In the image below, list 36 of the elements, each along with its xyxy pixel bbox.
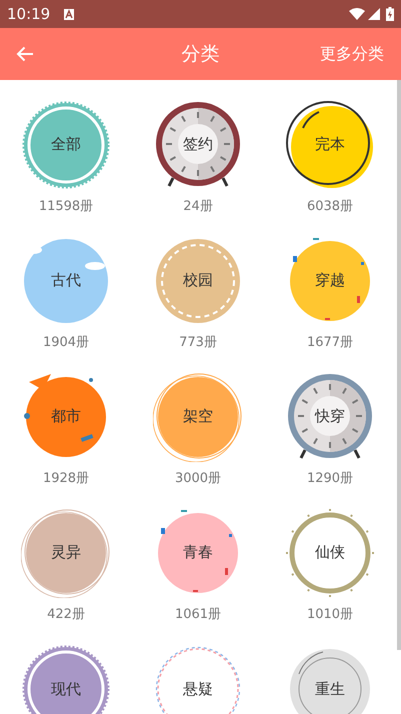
- book-count: 1904册: [42, 334, 90, 352]
- category-name: 架空: [183, 407, 213, 426]
- category-name: 校园: [183, 271, 213, 290]
- category-name: 全部: [51, 135, 81, 154]
- badge-drawing[interactable]: [285, 100, 375, 190]
- notification-icon: [64, 8, 74, 20]
- book-count: 1061册: [174, 606, 222, 624]
- book-count: 1290册: [306, 470, 354, 488]
- book-count: 3000册: [174, 470, 222, 488]
- category-name: 青春: [183, 543, 213, 562]
- book-count: 1677册: [306, 334, 354, 352]
- status-time: 10:19: [7, 4, 50, 25]
- book-count: 1010册: [306, 606, 354, 624]
- category-name: 重生: [315, 680, 345, 698]
- category-name: 签约: [183, 135, 213, 154]
- book-count: 11598册: [38, 198, 94, 216]
- category-name: 穿越: [315, 271, 345, 290]
- category-name: 古代: [51, 271, 81, 290]
- battery-icon: [386, 7, 394, 21]
- book-count: 1928册: [42, 470, 90, 488]
- more-categories-link[interactable]: 更多分类: [320, 42, 401, 66]
- category-name: 完本: [315, 135, 345, 154]
- category-name: 都市: [51, 407, 81, 426]
- back-arrow-icon: [16, 46, 34, 62]
- category-name: 快穿: [315, 407, 345, 426]
- category-name: 灵异: [51, 543, 81, 562]
- category-name: 仙侠: [315, 543, 345, 562]
- category-name: 现代: [51, 680, 81, 698]
- category-name: 悬疑: [183, 680, 213, 698]
- book-count: 773册: [179, 334, 217, 352]
- signal-icon: [368, 8, 380, 20]
- book-count: 422册: [47, 606, 85, 624]
- page-title: 分类: [182, 42, 220, 67]
- wifi-icon: [349, 8, 365, 20]
- book-count: 24册: [183, 198, 213, 216]
- book-count: 6038册: [306, 198, 354, 216]
